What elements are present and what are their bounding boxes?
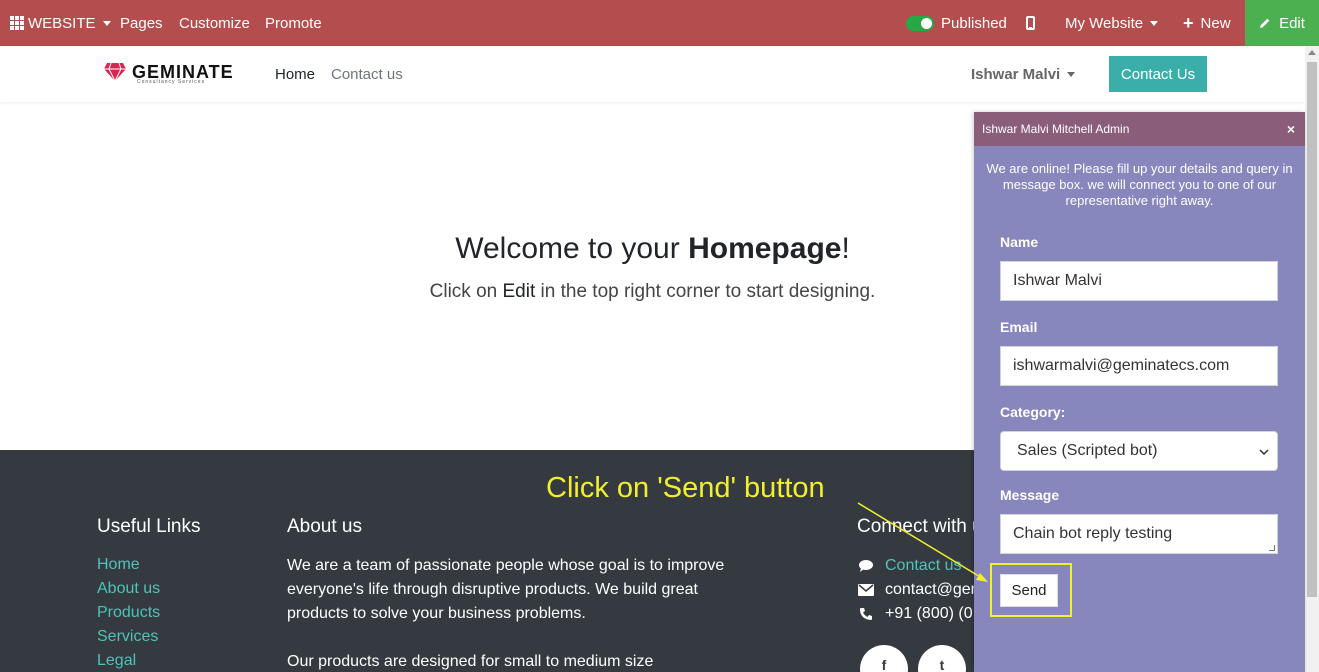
edit-label: Edit <box>1279 14 1305 32</box>
logo-text: GEMINATE <box>132 62 234 82</box>
scroll-thumb[interactable] <box>1307 62 1317 597</box>
site-logo[interactable]: GEMINATE Consultancy Services <box>103 62 234 85</box>
contact-info: Contact us contact@gem +91 (800) (0 <box>857 554 984 626</box>
footer-link-about[interactable]: About us <box>97 578 160 602</box>
hero-sub-post: in the top right corner to start designi… <box>535 281 876 302</box>
new-label: New <box>1200 14 1231 32</box>
chevron-down-icon <box>1067 72 1076 77</box>
connect-heading: Connect with u <box>857 516 983 537</box>
about-paragraph-2: Our products are designed for small to m… <box>287 653 654 670</box>
user-menu[interactable]: Ishwar Malvi <box>971 66 1076 83</box>
footer-contact-link[interactable]: Contact us <box>885 557 961 575</box>
useful-links-list: Home About us Products Services Legal <box>97 554 160 672</box>
footer-phone: +91 (800) (0 <box>885 605 973 622</box>
close-icon[interactable]: × <box>1287 121 1295 137</box>
footer-link-services[interactable]: Services <box>97 626 160 650</box>
about-text: We are a team of passionate people whose… <box>287 554 737 672</box>
chevron-down-icon <box>1259 447 1269 458</box>
nav-home-link[interactable]: Home <box>275 66 315 83</box>
published-label: Published <box>941 14 1007 32</box>
nav-contact-link[interactable]: Contact us <box>331 66 403 83</box>
message-textarea[interactable]: Chain bot reply testing <box>1000 514 1278 554</box>
hero-title-post: ! <box>841 232 850 265</box>
name-label: Name <box>1000 234 1039 250</box>
pages-menu[interactable]: Pages <box>120 0 163 46</box>
website-menu[interactable]: WEBSITE <box>10 0 111 46</box>
chevron-down-icon <box>1150 20 1159 26</box>
hero-title-pre: Welcome to your <box>455 232 689 265</box>
phone-row: +91 (800) (0 <box>857 602 984 626</box>
website-menu-label: WEBSITE <box>28 14 96 32</box>
envelope-icon <box>857 584 875 596</box>
annotation-label: Click on 'Send' button <box>546 472 825 504</box>
apps-grid-icon <box>10 16 24 30</box>
category-select[interactable]: Sales (Scripted bot) <box>1000 431 1278 471</box>
user-name: Ishwar Malvi <box>971 66 1061 83</box>
hero-sub-pre: Click on <box>429 281 503 302</box>
about-heading: About us <box>287 516 362 537</box>
footer-link-products[interactable]: Products <box>97 602 160 626</box>
message-value: Chain bot reply testing <box>1013 525 1173 542</box>
logo-tagline: Consultancy Services <box>137 79 206 85</box>
send-highlight-box <box>990 563 1072 617</box>
scroll-up-arrow-icon[interactable] <box>1308 50 1316 55</box>
admin-top-bar: WEBSITE Pages Customize Promote Publishe… <box>0 0 1319 46</box>
livechat-header: Ishwar Malvi Mitchell Admin × <box>974 112 1305 146</box>
mobile-preview-button[interactable] <box>1026 0 1035 46</box>
my-website-menu[interactable]: My Website <box>1065 0 1159 46</box>
resize-handle-icon[interactable] <box>1269 545 1275 551</box>
livechat-title: Ishwar Malvi Mitchell Admin <box>982 122 1130 136</box>
chevron-down-icon <box>102 20 111 26</box>
promote-menu[interactable]: Promote <box>265 0 322 46</box>
edit-button[interactable]: Edit <box>1245 0 1319 46</box>
site-header: GEMINATE Consultancy Services Home Conta… <box>0 46 1305 102</box>
toggle-switch-icon <box>906 15 934 31</box>
hero-sub-bold: Edit <box>502 281 536 302</box>
contact-link-row[interactable]: Contact us <box>857 554 984 578</box>
page-scrollbar[interactable] <box>1305 46 1319 672</box>
category-label: Category: <box>1000 404 1066 420</box>
hero-title-bold: Homepage <box>688 232 842 265</box>
email-row: contact@gem <box>857 578 984 602</box>
pencil-icon <box>1260 18 1270 28</box>
new-button[interactable]: + New <box>1183 0 1231 46</box>
diamond-logo-icon <box>104 62 126 82</box>
name-field[interactable]: Ishwar Malvi <box>1000 261 1278 301</box>
about-paragraph-1: We are a team of passionate people whose… <box>287 557 725 622</box>
comment-icon <box>857 559 875 573</box>
email-field[interactable]: ishwarmalvi@geminatecs.com <box>1000 346 1278 386</box>
message-label: Message <box>1000 487 1060 503</box>
contact-us-button[interactable]: Contact Us <box>1109 56 1207 92</box>
published-toggle[interactable]: Published <box>906 0 1007 46</box>
facebook-icon[interactable]: f <box>860 645 908 672</box>
twitter-icon[interactable]: t <box>918 645 966 672</box>
footer-email: contact@gem <box>885 581 984 598</box>
useful-links-heading: Useful Links <box>97 516 201 537</box>
mobile-phone-icon <box>1026 16 1035 30</box>
customize-menu[interactable]: Customize <box>179 0 250 46</box>
category-selected-value: Sales (Scripted bot) <box>1017 442 1158 459</box>
footer-link-home[interactable]: Home <box>97 554 160 578</box>
footer-link-legal[interactable]: Legal <box>97 650 160 672</box>
plus-icon: + <box>1183 13 1194 33</box>
my-website-label: My Website <box>1065 14 1144 32</box>
email-label: Email <box>1000 319 1038 335</box>
phone-icon <box>857 607 875 621</box>
